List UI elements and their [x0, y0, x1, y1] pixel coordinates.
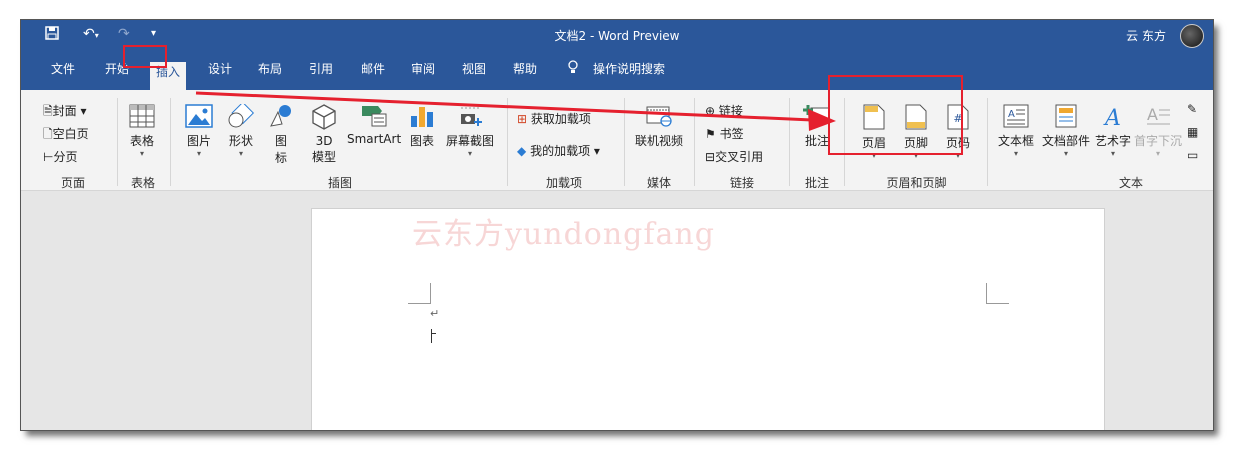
lightbulb-icon	[567, 60, 579, 77]
blank-page-button[interactable]: 🗋空白页	[43, 125, 89, 146]
separator	[170, 98, 171, 186]
svg-text:A: A	[1008, 109, 1015, 120]
icons-icon	[270, 105, 291, 127]
tab-file[interactable]: 文件	[51, 60, 75, 77]
tab-layout[interactable]: 布局	[258, 60, 282, 77]
separator	[987, 98, 988, 186]
object-icon[interactable]: ▭	[1187, 148, 1198, 162]
tell-me-search[interactable]: 操作说明搜索	[593, 60, 665, 77]
tab-references[interactable]: 引用	[309, 60, 333, 77]
signature-line-icon[interactable]: ✎	[1187, 102, 1197, 116]
link-icon: ⊕	[705, 104, 716, 118]
drop-cap-button[interactable]: A 首字下沉 ▾	[1133, 104, 1183, 159]
avatar[interactable]	[1180, 24, 1204, 48]
smartart-icon	[362, 106, 387, 127]
table-button[interactable]: 表格 ▾	[121, 104, 163, 159]
camera-icon	[461, 107, 482, 126]
text-cursor-tick	[432, 333, 436, 334]
drop-cap-icon: A	[1147, 105, 1170, 125]
insert-tab-highlight	[123, 45, 167, 68]
tab-mailings[interactable]: 邮件	[361, 60, 385, 77]
screenshot-button[interactable]: 屏幕截图 ▾	[441, 104, 499, 159]
word-window: ↶▾ ↷ ▾ 文档2 - Word Preview 云 东方 文件 开始 插入 …	[20, 19, 1214, 431]
page-break-button[interactable]: ⊢分页	[43, 148, 77, 165]
separator	[789, 98, 790, 186]
separator	[117, 98, 118, 186]
online-video-icon	[646, 106, 672, 127]
tab-review[interactable]: 审阅	[411, 60, 435, 77]
separator	[624, 98, 625, 186]
svg-text:A: A	[1103, 106, 1121, 128]
tab-design[interactable]: 设计	[208, 60, 232, 77]
addins-icon: ◆	[517, 144, 527, 158]
picture-icon	[185, 104, 213, 128]
cover-page-icon: 🗎	[43, 104, 53, 118]
quick-parts-button[interactable]: 文档部件 ▾	[1041, 104, 1091, 159]
document-page[interactable]: 云东方yundongfang ↵	[311, 208, 1105, 430]
tab-view[interactable]: 视图	[462, 60, 486, 77]
icons-button[interactable]: 图标	[266, 104, 296, 166]
3d-models-button[interactable]: 3D 模型	[306, 104, 342, 165]
my-addins-button[interactable]: ◆ 我的加载项 ▾	[517, 142, 600, 159]
ribbon-insert: 🗎封面 ▾ 🗋空白页 ⊢分页 页面 表格 ▾ 表格 图片 ▾ 形状 ▾ 图标 3…	[21, 90, 1213, 191]
chart-button[interactable]: 图表	[407, 104, 437, 149]
separator	[507, 98, 508, 186]
margin-corner-right	[986, 283, 1009, 304]
group-label-media: 媒体	[646, 176, 671, 190]
date-time-icon[interactable]: ▦	[1187, 125, 1198, 139]
document-title: 文档2 - Word Preview	[554, 29, 680, 43]
user-name[interactable]: 云 东方	[1126, 27, 1166, 44]
text-box-button[interactable]: A 文本框 ▾	[995, 104, 1037, 159]
bar-chart-icon	[411, 107, 433, 127]
cube-icon	[312, 104, 336, 130]
store-icon: ⊞	[517, 112, 528, 126]
cross-reference-icon: ⊟	[705, 150, 716, 164]
svg-text:A: A	[1147, 105, 1158, 124]
ribbon-tabs: 文件 开始 插入 设计 布局 引用 邮件 审阅 视图 帮助 操作说明搜索	[21, 48, 1213, 90]
group-label-header-footer: 页眉和页脚	[886, 176, 947, 190]
group-label-addins: 加载项	[545, 176, 582, 190]
quick-parts-icon	[1055, 104, 1077, 128]
bookmark-icon: ⚑	[705, 127, 716, 141]
group-label-comments: 批注	[804, 176, 829, 190]
group-label-text: 文本	[1118, 176, 1143, 190]
text-box-icon: A	[1003, 104, 1029, 128]
cover-page-button[interactable]: 🗎封面 ▾	[43, 102, 87, 123]
paragraph-mark: ↵	[430, 307, 440, 320]
group-label-links: 链接	[729, 176, 754, 190]
watermark: 云东方yundongfang	[412, 217, 715, 252]
title-bar: ↶▾ ↷ ▾ 文档2 - Word Preview 云 东方	[21, 20, 1213, 48]
group-label-illustrations: 插图	[327, 176, 352, 190]
page-break-icon: ⊢	[43, 150, 54, 164]
document-workspace: 云东方yundongfang ↵	[21, 191, 1213, 430]
shapes-icon	[228, 104, 255, 128]
group-label-tables: 表格	[130, 176, 155, 190]
margin-corner-left	[408, 283, 431, 304]
link-button[interactable]: ⊕ 链接	[705, 102, 743, 119]
tab-help[interactable]: 帮助	[513, 60, 537, 77]
get-addins-button[interactable]: ⊞ 获取加载项	[517, 110, 591, 127]
pictures-button[interactable]: 图片 ▾	[181, 104, 217, 159]
wordart-button[interactable]: A 艺术字 ▾	[1093, 104, 1133, 159]
smartart-button[interactable]: SmartArt	[347, 104, 401, 146]
cross-reference-button[interactable]: ⊟交叉引用	[705, 148, 763, 165]
header-footer-highlight	[828, 75, 963, 155]
online-video-button[interactable]: 联机视频	[631, 104, 687, 149]
wordart-icon: A	[1103, 106, 1121, 128]
separator	[694, 98, 695, 186]
text-cursor	[431, 329, 432, 343]
table-icon	[129, 104, 155, 128]
blank-page-icon: 🗋	[43, 127, 53, 141]
bookmark-button[interactable]: ⚑ 书签	[705, 125, 744, 142]
new-comment-icon	[803, 105, 830, 128]
shapes-button[interactable]: 形状 ▾	[223, 104, 259, 159]
group-label-pages: 页面	[60, 176, 85, 190]
